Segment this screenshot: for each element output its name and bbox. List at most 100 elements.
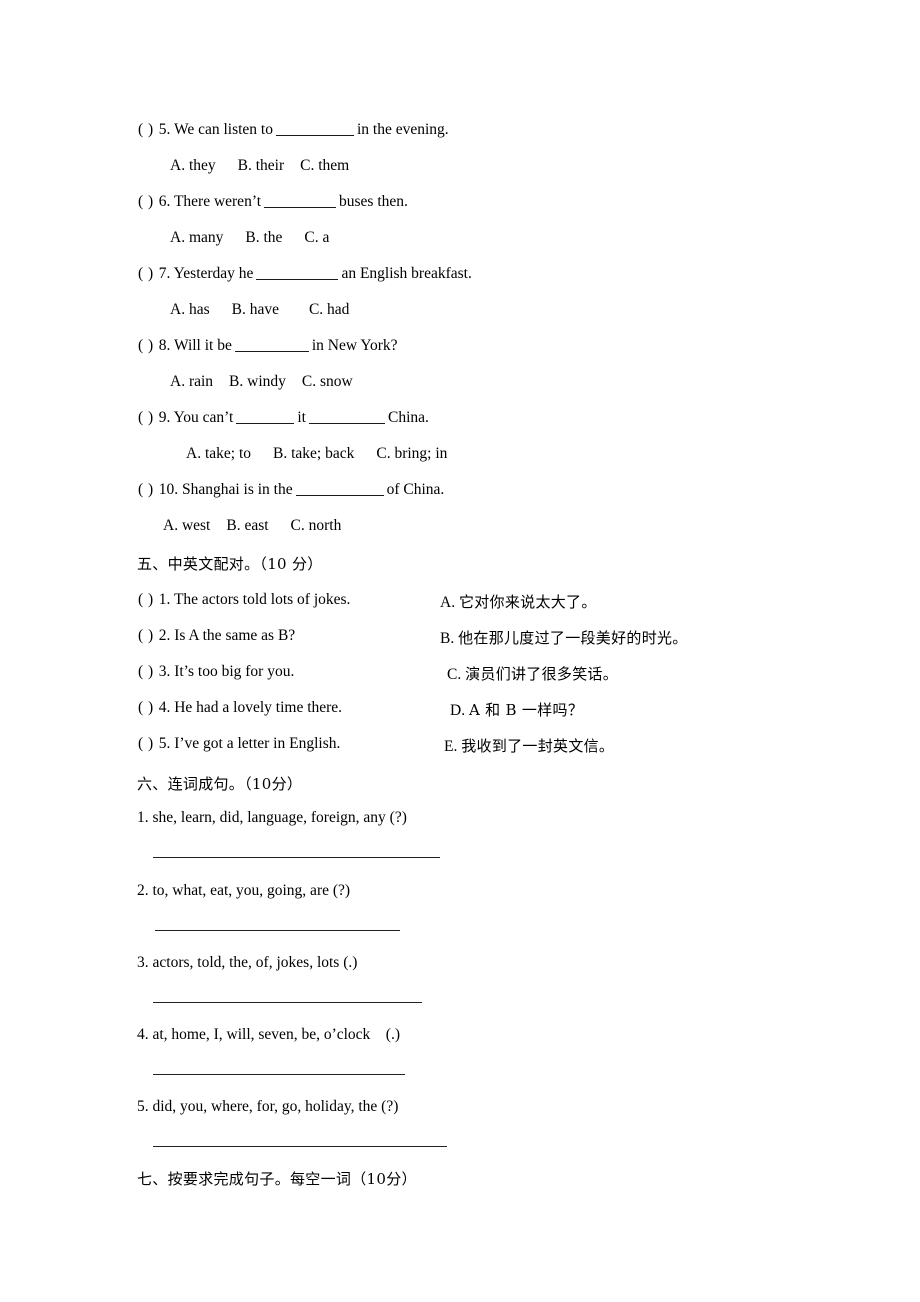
- match-text-4: He had a lovely time there.: [174, 699, 343, 716]
- match-letter-a: A.: [440, 594, 456, 611]
- question-text-9-mid: it: [297, 409, 306, 426]
- match-number-4: 4.: [158, 699, 171, 716]
- word-order-row-1: 1. she, learn, did, language, foreign, a…: [137, 809, 407, 827]
- match-letter-c: C.: [447, 666, 462, 683]
- match-right-row-e: E. 我收到了一封英文信。: [444, 735, 614, 756]
- question-text-8-after: in New York?: [311, 337, 398, 354]
- word-order-row-5: 5. did, you, where, for, go, holiday, th…: [137, 1098, 398, 1116]
- answer-bracket-7[interactable]: ( ): [138, 265, 154, 282]
- question-row-10: ( ) 10. Shanghai is in the of China.: [138, 482, 444, 498]
- question-text-7-after: an English breakfast.: [341, 265, 472, 282]
- options-row-7: A. has B. have C. had: [170, 302, 349, 318]
- options-row-6: A. many B. the C. a: [170, 230, 329, 246]
- question-text-6-after: buses then.: [339, 193, 408, 210]
- option-10-a[interactable]: A. west: [163, 518, 210, 534]
- match-right-row-d: D. A 和 B 一样吗？: [450, 699, 583, 720]
- match-letter-b: B.: [440, 630, 455, 647]
- option-5-c[interactable]: C. them: [300, 158, 349, 174]
- match-chinese-e: 我收到了一封英文信。: [461, 737, 615, 755]
- answer-bracket-10[interactable]: ( ): [138, 481, 154, 498]
- question-text-8-before: Will it be: [173, 337, 232, 354]
- answer-bracket-8[interactable]: ( ): [138, 337, 154, 354]
- match-bracket-1[interactable]: ( ): [138, 591, 154, 608]
- word-order-row-2: 2. to, what, eat, you, going, are (?): [137, 882, 350, 900]
- match-text-1: The actors told lots of jokes.: [173, 591, 351, 608]
- match-number-2: 2.: [158, 627, 171, 644]
- option-10-c[interactable]: C. north: [291, 518, 342, 534]
- fill-blank-9-second[interactable]: [308, 411, 385, 424]
- question-number-10: 10.: [158, 481, 179, 498]
- option-6-a[interactable]: A. many: [170, 230, 223, 246]
- match-number-1: 1.: [158, 591, 171, 608]
- option-9-c[interactable]: C. bring; in: [376, 446, 447, 462]
- fill-blank-7[interactable]: [256, 267, 339, 280]
- question-text-9-after: China.: [387, 409, 429, 426]
- word-order-number-3: 3.: [137, 954, 149, 971]
- question-text-6-before: There weren’t: [173, 193, 262, 210]
- question-text-10-before: Shanghai is in the: [181, 481, 293, 498]
- option-5-a[interactable]: A. they: [170, 158, 216, 174]
- option-8-c[interactable]: C. snow: [302, 374, 353, 390]
- option-6-b[interactable]: B. the: [245, 230, 282, 246]
- match-bracket-3[interactable]: ( ): [138, 663, 154, 680]
- option-5-b[interactable]: B. their: [238, 158, 285, 174]
- question-text-5-after: in the evening.: [356, 121, 449, 138]
- question-text-9-before: You can’t: [173, 409, 234, 426]
- word-order-words-4: at, home, I, will, seven, be, o’clock (.…: [152, 1026, 401, 1043]
- match-chinese-a: 它对你来说太大了。: [458, 593, 597, 611]
- match-left-row-2: ( ) 2. Is A the same as B?: [138, 627, 295, 645]
- match-number-5: 5.: [158, 735, 171, 752]
- fill-blank-5[interactable]: [275, 123, 354, 136]
- answer-bracket-5[interactable]: ( ): [138, 121, 154, 138]
- option-9-a[interactable]: A. take; to: [186, 446, 251, 462]
- fill-blank-6[interactable]: [264, 195, 337, 208]
- word-order-number-1: 1.: [137, 809, 149, 826]
- answer-line-1[interactable]: [153, 857, 440, 858]
- section-five-heading: 五、中英文配对。（10 分）: [137, 555, 323, 573]
- word-order-words-3: actors, told, the, of, jokes, lots (.): [152, 954, 358, 971]
- match-number-3: 3.: [158, 663, 171, 680]
- match-left-row-4: ( ) 4. He had a lovely time there.: [138, 699, 342, 717]
- word-order-row-3: 3. actors, told, the, of, jokes, lots (.…: [137, 954, 357, 972]
- fill-blank-8[interactable]: [234, 339, 309, 352]
- match-bracket-2[interactable]: ( ): [138, 627, 154, 644]
- fill-blank-9-first[interactable]: [236, 411, 295, 424]
- match-chinese-d: A 和 B 一样吗？: [468, 701, 584, 719]
- word-order-row-4: 4. at, home, I, will, seven, be, o’clock…: [137, 1026, 400, 1044]
- option-9-b[interactable]: B. take; back: [273, 446, 354, 462]
- match-right-row-b: B. 他在那儿度过了一段美好的时光。: [440, 627, 688, 648]
- exam-page: ( ) 5. We can listen to in the evening. A.…: [0, 0, 920, 1302]
- question-number-8: 8.: [158, 337, 171, 354]
- fill-blank-10[interactable]: [295, 483, 384, 496]
- answer-bracket-6[interactable]: ( ): [138, 193, 154, 210]
- option-7-c[interactable]: C. had: [309, 302, 349, 318]
- match-chinese-c: 演员们讲了很多笑话。: [465, 665, 619, 683]
- question-number-5: 5.: [158, 121, 171, 138]
- question-number-7: 7.: [158, 265, 171, 282]
- match-bracket-4[interactable]: ( ): [138, 699, 154, 716]
- answer-line-2[interactable]: [155, 930, 400, 931]
- options-row-8: A. rain B. windy C. snow: [170, 374, 353, 390]
- question-row-5: ( ) 5. We can listen to in the evening.: [138, 122, 449, 138]
- answer-line-5[interactable]: [153, 1146, 447, 1147]
- match-left-row-5: ( ) 5. I’ve got a letter in English.: [138, 735, 340, 753]
- match-text-2: Is A the same as B?: [174, 627, 296, 644]
- answer-line-3[interactable]: [153, 1002, 422, 1003]
- question-row-8: ( ) 8. Will it be in New York?: [138, 338, 398, 354]
- answer-bracket-9[interactable]: ( ): [138, 409, 154, 426]
- section-seven-heading: 七、按要求完成句子。每空一词（10分）: [137, 1170, 417, 1188]
- option-6-c[interactable]: C. a: [304, 230, 329, 246]
- question-row-7: ( ) 7. Yesterday he an English breakfast.: [138, 266, 472, 282]
- match-text-3: It’s too big for you.: [174, 663, 295, 680]
- word-order-number-2: 2.: [137, 882, 149, 899]
- option-7-a[interactable]: A. has: [170, 302, 210, 318]
- option-8-b[interactable]: B. windy: [229, 374, 286, 390]
- match-letter-d: D.: [450, 702, 466, 719]
- answer-line-4[interactable]: [153, 1074, 405, 1075]
- option-7-b[interactable]: B. have: [232, 302, 279, 318]
- match-bracket-5[interactable]: ( ): [138, 735, 154, 752]
- options-row-10: A. west B. east C. north: [163, 518, 341, 534]
- match-right-row-c: C. 演员们讲了很多笑话。: [447, 663, 618, 684]
- option-10-b[interactable]: B. east: [226, 518, 268, 534]
- option-8-a[interactable]: A. rain: [170, 374, 213, 390]
